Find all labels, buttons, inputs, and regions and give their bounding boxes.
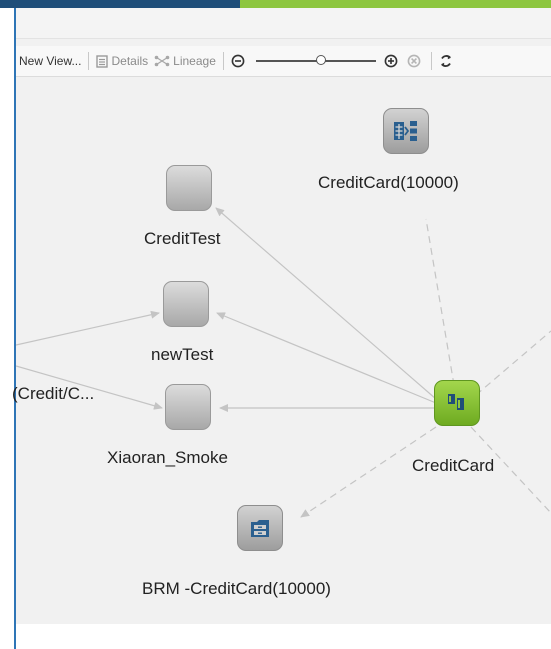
refresh-icon [439, 54, 453, 68]
node-xiaoran-smoke[interactable] [165, 384, 211, 430]
edge-cut-to-newtest [16, 310, 160, 346]
panel-header [16, 8, 551, 39]
zoom-in-button[interactable] [381, 50, 404, 72]
zoom-out-button[interactable] [228, 50, 251, 72]
brand-bar-green [240, 0, 551, 8]
details-button[interactable]: Details [93, 50, 151, 72]
zoom-out-icon [231, 54, 245, 68]
table-columns-icon [394, 121, 417, 141]
folder-node-icon [237, 505, 283, 551]
node-brm-creditcard[interactable] [237, 505, 283, 551]
zoom-in-icon [384, 54, 398, 68]
generic-node-icon [165, 384, 211, 430]
toolbar-separator [430, 52, 432, 70]
app-top-band [0, 0, 551, 8]
zoom-reset-icon [407, 54, 421, 68]
node-label-creditcard: CreditCard [412, 456, 495, 475]
lineage-graph-canvas[interactable]: CreditTest newTest Xiaoran_Smoke (Credit… [12, 77, 551, 624]
brand-bar-dark [0, 0, 240, 8]
lineage-panel: New View... Details Lineage CreditTest n… [12, 8, 551, 649]
file-cabinet-icon [251, 520, 269, 537]
dataset-node-icon [383, 108, 429, 154]
lineage-button[interactable]: Lineage [151, 50, 219, 72]
node-label-brm-creditcard: BRM -CreditCard(10000) [142, 579, 331, 598]
data-file-icon [448, 394, 464, 410]
lineage-label: Lineage [173, 54, 216, 68]
details-label: Details [111, 54, 149, 68]
node-label-credit-truncated: (Credit/C... [12, 384, 95, 403]
generic-node-icon [166, 165, 212, 211]
node-label-credittest: CreditTest [144, 229, 221, 248]
node-label-xiaoran-smoke: Xiaoran_Smoke [107, 448, 228, 467]
panel-footer [16, 624, 551, 649]
node-creditcard-selected[interactable] [434, 380, 480, 426]
zoom-slider[interactable] [255, 53, 376, 69]
new-view-button[interactable]: New View... [16, 50, 84, 72]
lineage-edges [16, 207, 551, 518]
zoom-reset-button[interactable] [404, 50, 427, 72]
toolbar-separator [88, 52, 90, 70]
lineage-toolbar: New View... Details Lineage [16, 46, 551, 77]
toolbar-separator [222, 52, 224, 70]
node-credittest[interactable] [166, 165, 212, 211]
zoom-slider-thumb[interactable] [316, 55, 327, 65]
generic-node-icon [163, 281, 209, 327]
lineage-icon [154, 55, 170, 67]
node-label-creditcard-10000: CreditCard(10000) [318, 173, 459, 192]
details-icon [96, 54, 109, 68]
new-view-label: New View... [19, 54, 82, 68]
selected-dataset-node-icon [434, 380, 480, 426]
node-newtest[interactable] [163, 281, 209, 327]
refresh-button[interactable] [436, 50, 459, 72]
edge-dashed-offscreen-top [475, 330, 551, 396]
node-creditcard-10000[interactable] [383, 108, 429, 154]
node-label-newtest: newTest [151, 345, 214, 364]
edge-center-to-newtest [216, 312, 437, 404]
edge-center-to-credittest [215, 207, 437, 400]
edge-dashed-to-creditcard10000 [425, 218, 455, 386]
